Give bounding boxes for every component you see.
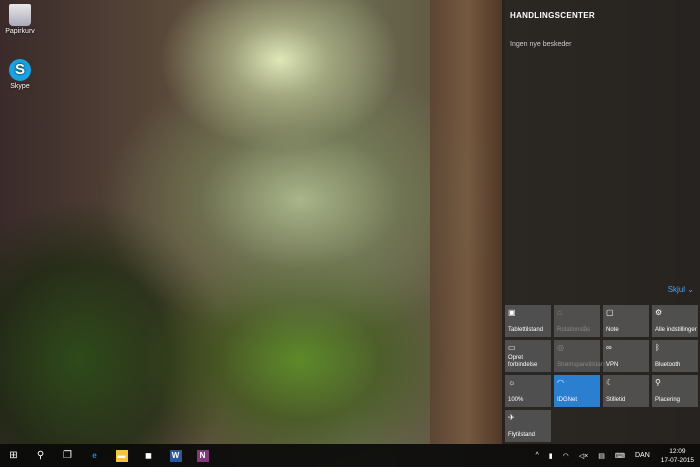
volume-muted-icon[interactable]: ◁× (574, 452, 593, 460)
desktop-icon-recycle-bin[interactable]: Papirkurv (0, 4, 40, 35)
quick-action-label: IDGNet (557, 397, 578, 403)
action-center-panel: HANDLINGSCENTER Ingen nye beskeder Skjul… (502, 0, 700, 444)
quick-action-label: Strømsparetilstand (557, 362, 608, 368)
wallpaper-tree-trunk (430, 0, 505, 444)
collapse-button[interactable]: Skjul ⌄ (668, 285, 694, 294)
quick-action-label: Rotationslås (557, 327, 591, 333)
quick-action-tablet-mode[interactable]: ▣ Tablettilstand (505, 305, 551, 337)
file-explorer-icon: ▬ (115, 449, 128, 462)
connect-icon: ▭ (508, 343, 516, 352)
quick-action-bluetooth[interactable]: ᛒ Bluetooth (652, 340, 698, 372)
quick-action-label: Alle indstillinger (655, 327, 697, 333)
quick-action-brightness[interactable]: ☼ 100% (505, 375, 551, 407)
quick-action-battery-saver[interactable]: ◎ Strømsparetilstand (554, 340, 607, 372)
clock[interactable]: 12:09 17-07-2015 (655, 447, 700, 465)
desktop-icon-label: Papirkurv (5, 28, 35, 35)
vpn-icon: ∞ (606, 343, 612, 352)
quick-action-label: Bluetooth (655, 362, 681, 368)
network-wifi-icon[interactable]: ◠ (558, 452, 574, 460)
windows-logo-icon: ⊞ (9, 450, 18, 461)
quick-action-note[interactable]: ▢ Note (603, 305, 649, 337)
quick-action-label: Opret forbindelse (508, 355, 538, 368)
desktop-icon-label: Skype (10, 83, 30, 90)
battery-saver-icon: ◎ (557, 343, 564, 352)
quick-action-label: Flytilstand (508, 432, 536, 438)
quick-action-label: VPN (606, 362, 619, 368)
word-icon: W (169, 449, 182, 462)
taskbar-app-store[interactable]: ◼ (135, 444, 162, 467)
settings-gear-icon: ⚙ (655, 308, 663, 317)
wifi-icon: ◠ (557, 378, 564, 387)
desktop-icon-skype[interactable]: S Skype (0, 59, 40, 90)
edge-icon: e (92, 451, 97, 460)
no-notifications-text: Ingen nye beskeder (510, 41, 572, 48)
tablet-mode-icon: ▣ (508, 308, 516, 317)
quick-action-location[interactable]: ⚲ Placering (652, 375, 698, 407)
bluetooth-icon: ᛒ (655, 343, 660, 352)
chevron-down-icon: ⌄ (687, 285, 694, 294)
quick-action-vpn[interactable]: ∞ VPN (603, 340, 649, 372)
task-view-button[interactable]: ❐ (54, 444, 81, 467)
skype-icon: S (9, 59, 31, 81)
action-center-title: HANDLINGSCENTER (510, 11, 595, 20)
taskbar-app-file-explorer[interactable]: ▬ (108, 444, 135, 467)
start-button[interactable]: ⊞ (0, 444, 27, 467)
taskbar-app-onenote[interactable]: N (189, 444, 216, 467)
quick-action-settings-gear[interactable]: ⚙ Alle indstillinger (652, 305, 698, 337)
airplane-mode-icon: ✈ (508, 413, 515, 422)
quick-action-quiet-hours-moon[interactable]: ☾ Stilletid (603, 375, 649, 407)
quick-action-label: Stilletid (606, 397, 626, 403)
quick-action-label: Placering (655, 397, 681, 403)
collapse-label: Skjul (667, 285, 686, 294)
location-icon: ⚲ (655, 378, 661, 387)
search-button[interactable]: ⚲ (27, 444, 54, 467)
quick-action-wifi[interactable]: ◠ IDGNet (554, 375, 600, 407)
quick-action-connect[interactable]: ▭ Opret forbindelse (505, 340, 551, 372)
taskbar-app-edge[interactable]: e (81, 444, 108, 467)
quick-actions-grid: ▣ Tablettilstand ⌂ Rotationslås ▢ Note ⚙ Alle i… (505, 305, 698, 442)
store-icon: ◼ (145, 451, 152, 460)
taskbar: ⊞ ⚲ ❐ e ▬ ◼ W N ^ ▮ ◠ ◁× ▤ ⌨ DAN 12:09 17-07… (0, 444, 700, 467)
rotation-lock-icon: ⌂ (557, 308, 562, 317)
taskbar-app-word[interactable]: W (162, 444, 189, 467)
brightness-icon: ☼ (508, 378, 516, 387)
onenote-icon: N (196, 449, 209, 462)
system-tray: ^ ▮ ◠ ◁× ▤ ⌨ DAN 12:09 17-07-2015 (530, 444, 700, 467)
recycle-bin-icon (9, 4, 31, 26)
clock-date: 17-07-2015 (660, 456, 694, 464)
task-view-icon: ❐ (63, 450, 72, 461)
quick-action-airplane-mode[interactable]: ✈ Flytilstand (505, 410, 551, 442)
quiet-hours-moon-icon: ☾ (606, 378, 614, 387)
language-indicator[interactable]: DAN (630, 452, 655, 459)
search-icon: ⚲ (36, 450, 45, 461)
touch-keyboard-icon[interactable]: ⌨ (610, 452, 630, 460)
quick-action-label: Tablettilstand (508, 327, 544, 333)
quick-action-label: Note (606, 327, 619, 333)
battery-icon[interactable]: ▮ (544, 452, 558, 460)
note-icon: ▢ (606, 308, 614, 317)
clock-time: 12:09 (669, 447, 686, 455)
show-hidden-icons-button[interactable]: ^ (530, 452, 543, 459)
action-center-icon[interactable]: ▤ (593, 452, 610, 460)
quick-action-rotation-lock[interactable]: ⌂ Rotationslås (554, 305, 600, 337)
quick-action-label: 100% (508, 397, 524, 403)
